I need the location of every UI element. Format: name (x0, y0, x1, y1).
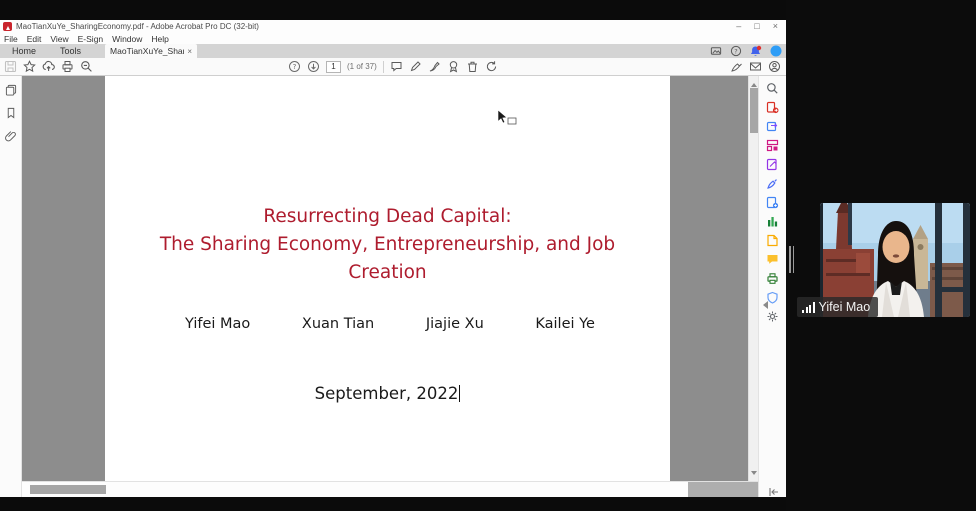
star-icon[interactable] (23, 60, 36, 73)
trash-icon[interactable] (466, 60, 479, 73)
text-caret (459, 385, 460, 402)
menu-view[interactable]: View (50, 34, 68, 44)
share-cloud-icon[interactable] (42, 60, 55, 73)
scroll-up-icon[interactable] (751, 80, 757, 87)
panel-drag-handle[interactable] (789, 246, 795, 273)
export-pdf-icon[interactable] (766, 101, 779, 114)
slide-authors: Yifei Mao Xuan Tian Jiajie Xu Kailei Ye (185, 316, 595, 332)
bookmarks-icon[interactable] (4, 106, 17, 119)
search-zoom-icon[interactable] (80, 60, 93, 73)
menu-file[interactable]: File (4, 34, 18, 44)
stamp-badge-icon[interactable] (447, 60, 460, 73)
vertical-scrollbar[interactable] (748, 76, 758, 481)
scrollbar-corner-block (688, 482, 758, 497)
scroll-down-icon[interactable] (751, 471, 757, 478)
acrobat-app-icon (3, 22, 12, 31)
audio-signal-icon (802, 302, 815, 313)
fill-sign-pen-icon[interactable] (730, 60, 743, 73)
account-search-icon[interactable] (768, 60, 781, 73)
email-icon[interactable] (749, 60, 762, 73)
settings-icon[interactable] (766, 310, 779, 323)
svg-text:?: ? (734, 47, 737, 55)
create-pdf-icon[interactable] (766, 120, 779, 133)
author-name: Jiajie Xu (426, 316, 484, 332)
slide-title: Resurrecting Dead Capital: The Sharing E… (105, 203, 670, 287)
document-tab-label: MaoTianXuYe_Shari... (110, 46, 184, 56)
main-toolbar: ? 1 (1 of 37) (0, 58, 786, 76)
window-title: MaoTianXuYe_SharingEconomy.pdf - Adobe A… (16, 22, 259, 31)
svg-text:?: ? (293, 63, 297, 71)
close-button[interactable]: × (773, 20, 778, 33)
tab-home[interactable]: Home (0, 44, 48, 58)
participant-name: Yifei Mao (819, 300, 871, 314)
minimize-button[interactable]: – (736, 20, 741, 33)
print-icon[interactable] (61, 60, 74, 73)
page-thumbnails-icon[interactable] (4, 83, 17, 96)
scan-ocr-icon[interactable] (766, 215, 779, 228)
notifications-bell-icon[interactable] (749, 45, 762, 58)
title-bar: MaoTianXuYe_SharingEconomy.pdf - Adobe A… (0, 20, 786, 33)
fill-sign-icon[interactable] (766, 177, 779, 190)
document-view-area: Resurrecting Dead Capital: The Sharing E… (22, 76, 748, 481)
help-icon[interactable]: ? (729, 45, 742, 58)
highlighter-icon[interactable] (409, 60, 422, 73)
author-name: Yifei Mao (185, 316, 250, 332)
panel-expand-icon[interactable] (759, 301, 768, 309)
attachments-icon[interactable] (4, 129, 17, 142)
slide-date: September, 2022 (105, 384, 670, 403)
more-tools-icon[interactable] (766, 196, 779, 209)
maximize-button[interactable]: □ (754, 20, 759, 33)
organize-pages-icon[interactable] (766, 139, 779, 152)
refresh-icon[interactable] (485, 60, 498, 73)
tab-document[interactable]: MaoTianXuYe_Shari... × (105, 44, 197, 58)
signature-quill-icon[interactable] (428, 60, 441, 73)
comment-icon[interactable] (390, 60, 403, 73)
page-number-input[interactable]: 1 (326, 61, 341, 73)
meeting-video-panel: Yifei Mao (786, 0, 976, 511)
mouse-cursor (497, 110, 519, 133)
help-circle-icon[interactable]: ? (288, 60, 301, 73)
toolbar-divider (383, 61, 384, 73)
tab-bar: Home Tools MaoTianXuYe_Shari... × (0, 44, 786, 58)
tab-tools[interactable]: Tools (48, 44, 93, 58)
share-screen-icon[interactable] (709, 45, 722, 58)
user-avatar[interactable] (769, 45, 782, 58)
protect-pdf-icon[interactable] (766, 234, 779, 247)
collapse-panel-icon[interactable] (768, 484, 780, 502)
menu-window[interactable]: Window (112, 34, 142, 44)
tab-close-icon[interactable]: × (187, 47, 192, 56)
menu-bar: File Edit View E-Sign Window Help (0, 33, 786, 44)
left-navigation-rail (0, 76, 22, 497)
participant-name-tag: Yifei Mao (797, 297, 878, 317)
menu-edit[interactable]: Edit (27, 34, 42, 44)
menu-help[interactable]: Help (151, 34, 168, 44)
horizontal-scrollbar[interactable] (22, 481, 758, 497)
page-down-icon[interactable] (307, 60, 320, 73)
horizontal-scrollbar-thumb[interactable] (30, 485, 106, 494)
comment-tool-icon[interactable] (766, 253, 779, 266)
page-count-label: (1 of 37) (347, 62, 377, 71)
menu-esign[interactable]: E-Sign (78, 34, 104, 44)
vertical-scrollbar-thumb[interactable] (750, 88, 758, 133)
search-icon[interactable] (766, 82, 779, 95)
pdf-page: Resurrecting Dead Capital: The Sharing E… (105, 76, 670, 481)
print-production-icon[interactable] (766, 272, 779, 285)
author-name: Xuan Tian (302, 316, 374, 332)
tools-panel (758, 76, 786, 497)
author-name: Kailei Ye (535, 316, 595, 332)
acrobat-window: MaoTianXuYe_SharingEconomy.pdf - Adobe A… (0, 20, 786, 497)
save-icon[interactable] (4, 60, 17, 73)
edit-pdf-icon[interactable] (766, 158, 779, 171)
